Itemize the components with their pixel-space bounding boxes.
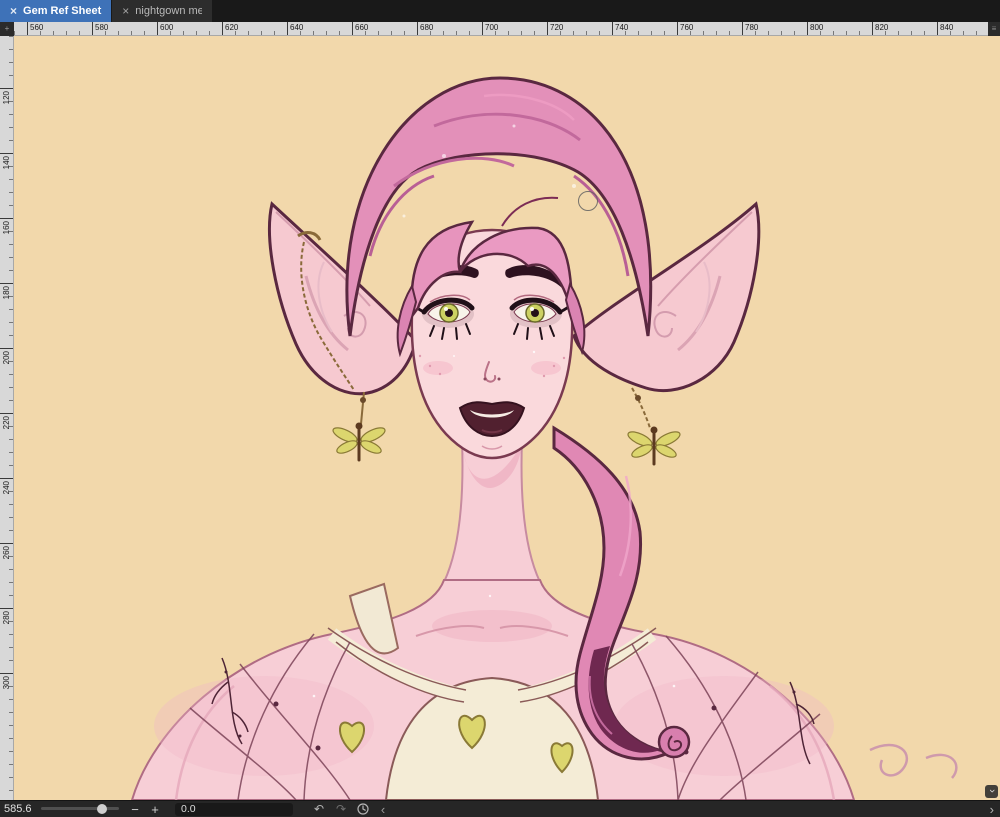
h-ruler-tick-label: 640 (287, 22, 303, 35)
v-ruler-tick-label: 300 (0, 673, 13, 689)
canvas-viewport[interactable]: › (14, 36, 1000, 800)
h-ruler-tick-label: 700 (482, 22, 498, 35)
tab-label: nightgown me (135, 5, 203, 17)
h-ruler-tick-label: 820 (872, 22, 888, 35)
tab-nightgown[interactable]: × nightgown me (112, 0, 213, 22)
v-ruler-tick-label: 240 (0, 478, 13, 494)
close-tab-icon[interactable]: × (10, 5, 17, 17)
h-ruler-tick-label: 760 (677, 22, 693, 35)
h-ruler-tick-label: 740 (612, 22, 628, 35)
ruler-origin-button[interactable]: + (0, 22, 14, 36)
paint-app-window: × Gem Ref Sheet × nightgown me + 560 580 6… (0, 0, 1000, 817)
h-ruler-tick-label: 620 (222, 22, 238, 35)
history-timer-icon[interactable] (353, 803, 373, 815)
h-ruler-tick-label: 720 (547, 22, 563, 35)
ruler-vertical: 120 140 160 180 200 220 240 260 280 300 (0, 36, 14, 800)
zoom-slider-thumb[interactable] (97, 804, 107, 814)
h-ruler-tick-label: 660 (352, 22, 368, 35)
v-ruler-tick-label: 120 (0, 88, 13, 104)
h-ruler-tick-label: 560 (27, 22, 43, 35)
zoom-out-button[interactable]: − (125, 802, 145, 817)
v-ruler-tick-label: 200 (0, 348, 13, 364)
v-ruler-tick-label: 220 (0, 413, 13, 429)
h-ruler-tick-label: 840 (937, 22, 953, 35)
undo-button[interactable]: ↶ (309, 802, 329, 816)
ruler-horizontal: 560 580 600 620 640 660 680 700 720 740 760 780 800 8… (14, 22, 1000, 36)
h-ruler-tick-label: 780 (742, 22, 758, 35)
zoom-slider[interactable] (41, 801, 119, 817)
h-ruler-tick-label: 580 (92, 22, 108, 35)
v-ruler-tick-label: 140 (0, 153, 13, 169)
scroll-down-button[interactable]: › (985, 785, 998, 798)
h-ruler-tick-label: 800 (807, 22, 823, 35)
tab-bar: × Gem Ref Sheet × nightgown me (0, 0, 1000, 22)
v-ruler-tick-label: 260 (0, 543, 13, 559)
rotation-value: 0.0 (181, 803, 196, 815)
zoom-in-button[interactable]: + (145, 802, 165, 817)
v-ruler-tick-label: 180 (0, 283, 13, 299)
brush-cursor (578, 191, 598, 211)
zoom-value: 585.6 (4, 803, 32, 815)
rotation-value-box[interactable]: 0.0 (175, 802, 293, 816)
zoom-slider-track (41, 807, 119, 810)
redo-button[interactable]: ↷ (331, 802, 351, 816)
tab-label: Gem Ref Sheet (23, 5, 102, 17)
ruler-menu-button[interactable]: ≡ (988, 22, 1000, 36)
status-bar: 585.6 − + 0.0 ↶ ↷ ‹ › (0, 800, 1000, 817)
artwork-elf-portrait (14, 36, 1000, 800)
close-tab-icon[interactable]: × (122, 5, 129, 17)
v-ruler-tick-label: 160 (0, 218, 13, 234)
expand-right-button[interactable]: › (990, 802, 994, 817)
h-ruler-tick-label: 680 (417, 22, 433, 35)
v-ruler-tick-label: 280 (0, 608, 13, 624)
history-controls: ↶ ↷ ‹ (309, 802, 391, 817)
h-ruler-tick-label: 600 (157, 22, 173, 35)
collapse-left-button[interactable]: ‹ (375, 802, 391, 817)
tab-gem-ref-sheet[interactable]: × Gem Ref Sheet (0, 0, 112, 22)
